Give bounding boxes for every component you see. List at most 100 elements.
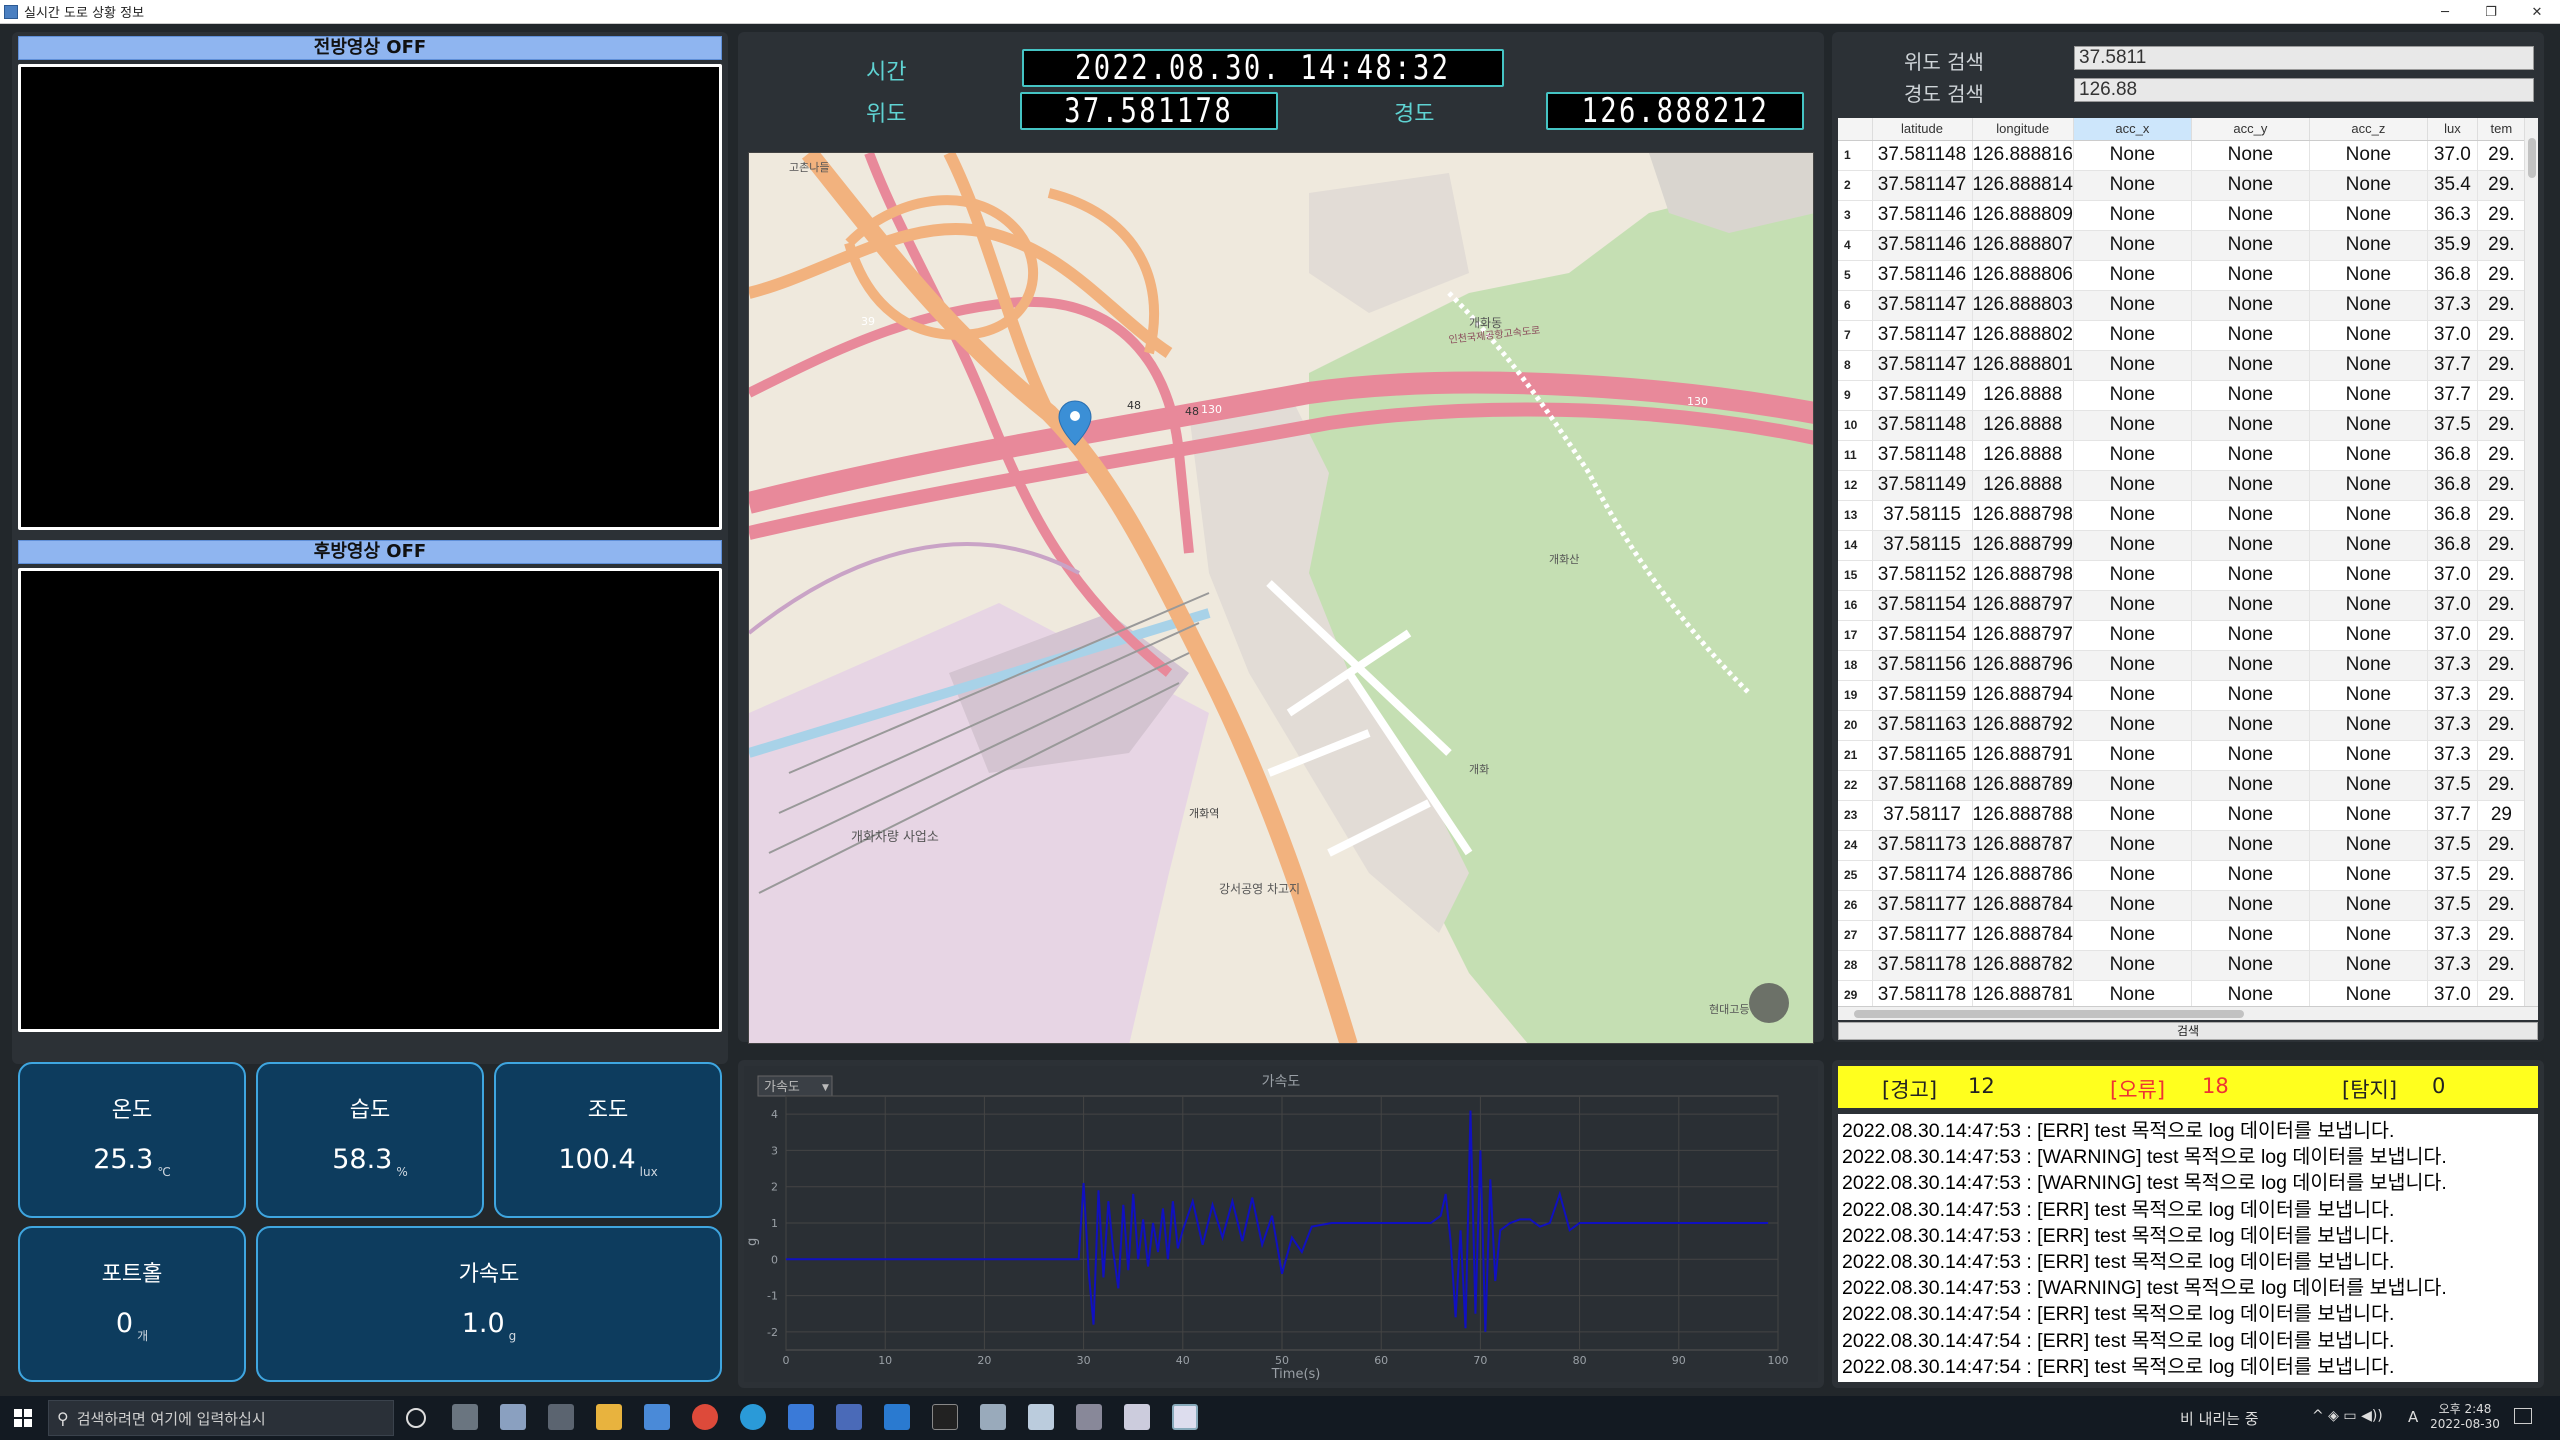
table-cell[interactable]: None bbox=[2073, 800, 2192, 831]
table-cell[interactable]: 126.888802 bbox=[1972, 320, 2074, 351]
table-cell[interactable]: 29. bbox=[2477, 350, 2526, 381]
table-cell[interactable]: None bbox=[2191, 320, 2310, 351]
table-cell[interactable]: 37.0 bbox=[2427, 620, 2478, 651]
table-cell[interactable]: None bbox=[2073, 860, 2192, 891]
table-cell[interactable]: None bbox=[2073, 170, 2192, 201]
table-cell[interactable]: 37.581156 bbox=[1872, 650, 1973, 681]
table-row[interactable]: 10 37.581148 126.8888 None None None 37.5 29. bbox=[1838, 410, 2526, 441]
table-cell[interactable]: None bbox=[2073, 920, 2192, 951]
edge-icon[interactable] bbox=[740, 1404, 766, 1430]
table-cell[interactable]: None bbox=[2309, 500, 2428, 531]
row-number[interactable]: 6 bbox=[1838, 290, 1873, 321]
table-cell[interactable]: None bbox=[2073, 740, 2192, 771]
table-cell[interactable]: None bbox=[2073, 320, 2192, 351]
row-number[interactable]: 11 bbox=[1838, 440, 1873, 471]
table-row[interactable]: 24 37.581173 126.888787 None None None 37.5 29. bbox=[1838, 830, 2526, 861]
table-row[interactable]: 1 37.581148 126.888816 None None None 37.0 29. bbox=[1838, 140, 2526, 171]
table-cell[interactable]: None bbox=[2309, 770, 2428, 801]
table-cell[interactable]: 29. bbox=[2477, 770, 2526, 801]
table-row[interactable]: 12 37.581149 126.8888 None None None 36.8 29. bbox=[1838, 470, 2526, 501]
log-entry[interactable]: 2022.08.30.14:47:53 : [WARNING] test 목적으… bbox=[1842, 1275, 2534, 1301]
row-number[interactable]: 13 bbox=[1838, 500, 1873, 531]
table-cell[interactable]: 37.58117 bbox=[1872, 800, 1973, 831]
table-cell[interactable]: 37.5 bbox=[2427, 830, 2478, 861]
table-cell[interactable]: 126.888794 bbox=[1972, 680, 2074, 711]
horizontal-scrollbar[interactable] bbox=[1838, 1006, 2538, 1020]
table-cell[interactable]: None bbox=[2073, 530, 2192, 561]
table-cell[interactable]: None bbox=[2309, 410, 2428, 441]
table-cell[interactable]: 37.581147 bbox=[1872, 170, 1973, 201]
table-cell[interactable]: 37.581152 bbox=[1872, 560, 1973, 591]
table-cell[interactable]: 126.888791 bbox=[1972, 740, 2074, 771]
row-number[interactable]: 24 bbox=[1838, 830, 1873, 861]
table-row[interactable]: 11 37.581148 126.8888 None None None 36.8 29. bbox=[1838, 440, 2526, 471]
table-cell[interactable]: None bbox=[2309, 620, 2428, 651]
table-cell[interactable]: 37.7 bbox=[2427, 350, 2478, 381]
table-cell[interactable]: None bbox=[2309, 800, 2428, 831]
lon-search-input[interactable]: 126.88 bbox=[2074, 78, 2534, 102]
row-number[interactable]: 1 bbox=[1838, 140, 1873, 171]
column-header[interactable]: acc_z bbox=[2309, 118, 2428, 141]
column-header[interactable]: latitude bbox=[1872, 118, 1973, 141]
table-row[interactable]: 26 37.581177 126.888784 None None None 37.5 29. bbox=[1838, 890, 2526, 921]
app-icon[interactable] bbox=[548, 1404, 574, 1430]
app-icon[interactable] bbox=[1028, 1404, 1054, 1430]
table-cell[interactable]: None bbox=[2309, 440, 2428, 471]
row-number[interactable]: 17 bbox=[1838, 620, 1873, 651]
table-cell[interactable]: 29. bbox=[2477, 230, 2526, 261]
table-cell[interactable]: 37.581147 bbox=[1872, 350, 1973, 381]
row-number[interactable]: 28 bbox=[1838, 950, 1873, 981]
row-number[interactable]: 8 bbox=[1838, 350, 1873, 381]
table-cell[interactable]: 126.8888 bbox=[1972, 440, 2074, 471]
log-entry[interactable]: 2022.08.30.14:47:53 : [WARNING] test 목적으… bbox=[1842, 1144, 2534, 1170]
table-row[interactable]: 2 37.581147 126.888814 None None None 35.4 29. bbox=[1838, 170, 2526, 201]
table-cell[interactable]: None bbox=[2191, 530, 2310, 561]
table-cell[interactable]: 29. bbox=[2477, 500, 2526, 531]
table-row[interactable]: 18 37.581156 126.888796 None None None 37.3 29. bbox=[1838, 650, 2526, 681]
table-cell[interactable]: None bbox=[2073, 230, 2192, 261]
table-cell[interactable]: 37.3 bbox=[2427, 950, 2478, 981]
table-cell[interactable]: None bbox=[2191, 800, 2310, 831]
table-cell[interactable]: 35.4 bbox=[2427, 170, 2478, 201]
table-cell[interactable]: 37.3 bbox=[2427, 650, 2478, 681]
search-button[interactable]: 검색 bbox=[1838, 1022, 2538, 1040]
row-number[interactable]: 22 bbox=[1838, 770, 1873, 801]
table-cell[interactable]: None bbox=[2309, 830, 2428, 861]
table-cell[interactable]: None bbox=[2309, 530, 2428, 561]
table-cell[interactable]: 36.8 bbox=[2427, 260, 2478, 291]
active-app-icon[interactable] bbox=[1172, 1404, 1198, 1430]
table-cell[interactable]: None bbox=[2191, 290, 2310, 321]
table-row[interactable]: 23 37.58117 126.888788 None None None 37.7 29 bbox=[1838, 800, 2526, 831]
table-cell[interactable]: 126.888803 bbox=[1972, 290, 2074, 321]
app-icon[interactable] bbox=[980, 1404, 1006, 1430]
table-cell[interactable]: None bbox=[2073, 830, 2192, 861]
row-number[interactable]: 20 bbox=[1838, 710, 1873, 741]
terminal-icon[interactable] bbox=[932, 1404, 958, 1430]
table-cell[interactable]: None bbox=[2191, 170, 2310, 201]
table-cell[interactable]: None bbox=[2309, 260, 2428, 291]
table-cell[interactable]: None bbox=[2309, 650, 2428, 681]
table-cell[interactable]: 29. bbox=[2477, 440, 2526, 471]
vscode-icon[interactable] bbox=[884, 1404, 910, 1430]
table-cell[interactable]: None bbox=[2191, 680, 2310, 711]
table-cell[interactable]: None bbox=[2191, 860, 2310, 891]
row-number[interactable]: 27 bbox=[1838, 920, 1873, 951]
app-icon[interactable] bbox=[788, 1404, 814, 1430]
table-cell[interactable]: None bbox=[2073, 290, 2192, 321]
table-cell[interactable]: 37.581163 bbox=[1872, 710, 1973, 741]
row-number[interactable]: 26 bbox=[1838, 890, 1873, 921]
table-row[interactable]: 8 37.581147 126.888801 None None None 37.7 29. bbox=[1838, 350, 2526, 381]
table-cell[interactable]: 126.888806 bbox=[1972, 260, 2074, 291]
table-cell[interactable]: 126.888799 bbox=[1972, 530, 2074, 561]
log-entry[interactable]: 2022.08.30.14:47:53 : [ERR] test 목적으로 lo… bbox=[1842, 1197, 2534, 1223]
row-number[interactable]: 10 bbox=[1838, 410, 1873, 441]
table-row[interactable]: 19 37.581159 126.888794 None None None 37.3 29. bbox=[1838, 680, 2526, 711]
table-cell[interactable]: None bbox=[2073, 350, 2192, 381]
data-table-container[interactable]: latitude longitude acc_x acc_y acc_z lux… bbox=[1838, 118, 2538, 1020]
table-cell[interactable]: 29. bbox=[2477, 560, 2526, 591]
table-cell[interactable]: 37.581146 bbox=[1872, 200, 1973, 231]
table-row[interactable]: 21 37.581165 126.888791 None None None 37.3 29. bbox=[1838, 740, 2526, 771]
table-cell[interactable]: None bbox=[2073, 440, 2192, 471]
table-cell[interactable]: None bbox=[2191, 740, 2310, 771]
column-header[interactable]: longitude bbox=[1972, 118, 2074, 141]
